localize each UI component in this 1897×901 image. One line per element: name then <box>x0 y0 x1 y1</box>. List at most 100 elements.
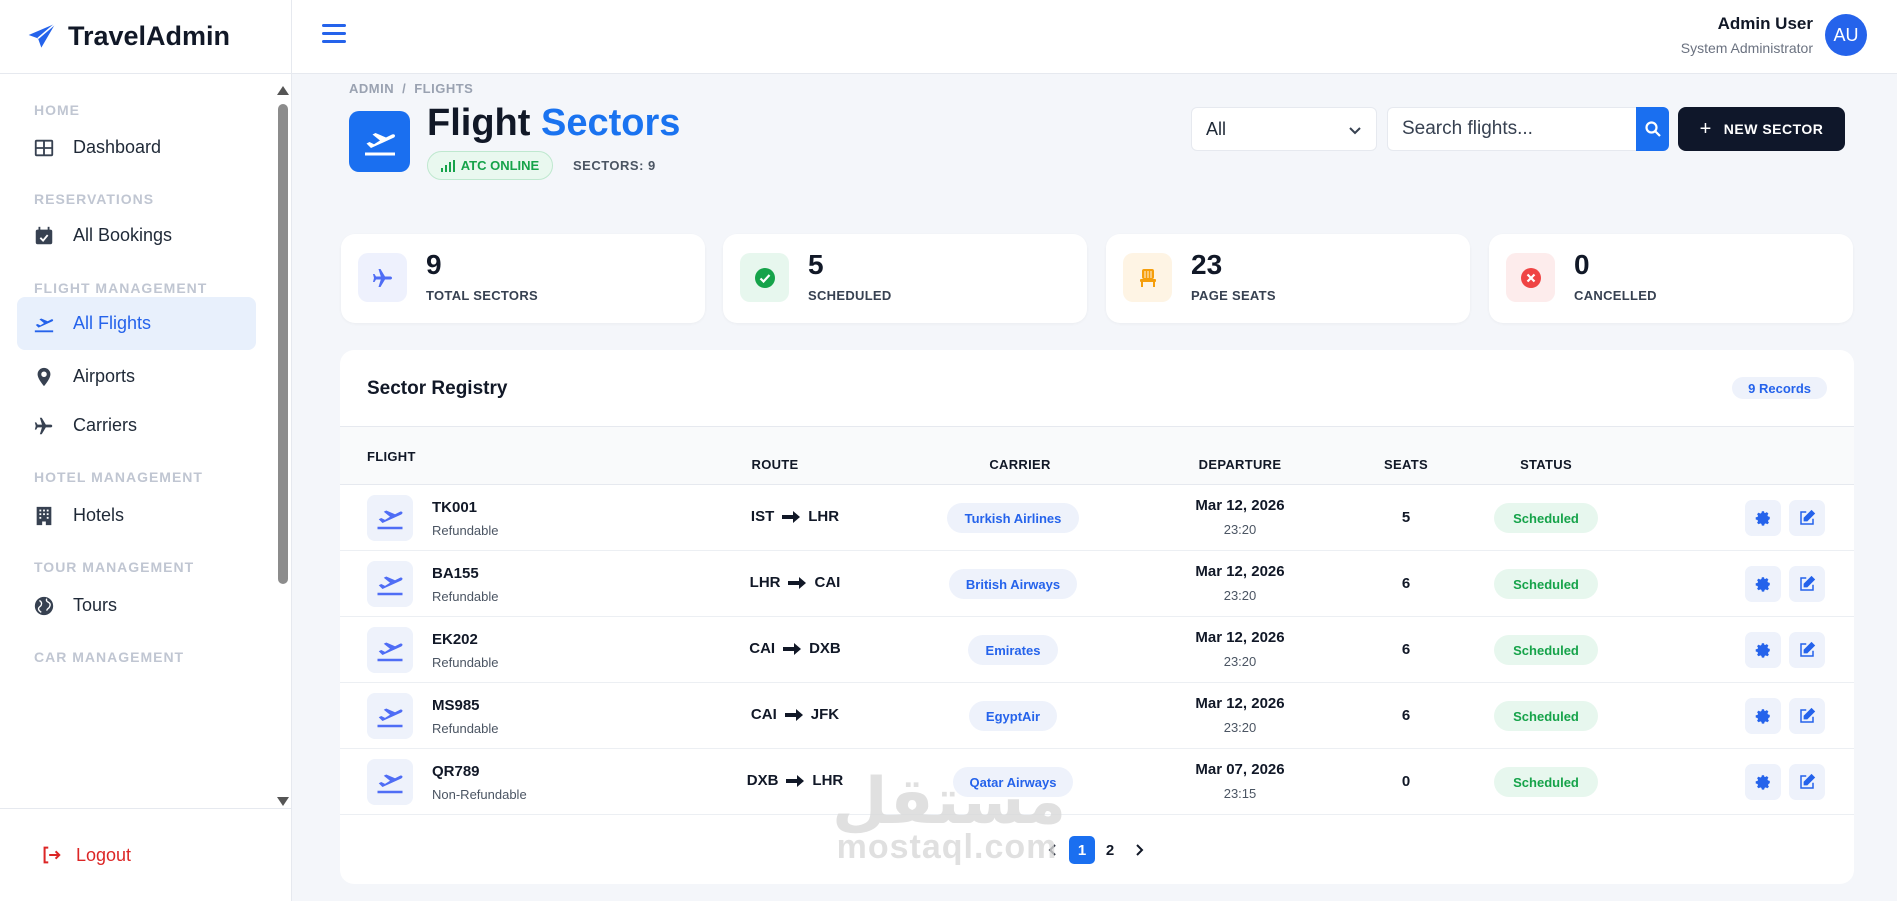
arrow-right-icon <box>784 708 803 721</box>
watermark-latin: mostaql.com <box>836 828 1058 866</box>
fare-type: Refundable <box>432 523 499 538</box>
table-row[interactable]: EK202 Refundable CAI DXB Emirates Mar 12,… <box>340 617 1854 683</box>
nav-section-home: HOME <box>34 102 80 118</box>
route-origin: CAI <box>750 706 777 723</box>
arrow-right-icon <box>788 576 807 589</box>
sidebar-item-carriers[interactable]: Carriers <box>17 399 256 452</box>
sidebar-item-all-flights[interactable]: All Flights <box>17 297 256 350</box>
flight-code: QR789 <box>432 763 480 780</box>
sidebar-item-all-bookings[interactable]: All Bookings <box>17 209 256 262</box>
settings-button[interactable] <box>1745 698 1781 734</box>
user-menu[interactable]: Admin User System Administrator AU <box>1681 14 1867 56</box>
departure-date: Mar 12, 2026 <box>1195 563 1285 580</box>
sidebar-item-hotels[interactable]: Hotels <box>17 489 256 542</box>
filter-selected-value: All <box>1206 118 1227 139</box>
plane-departure-icon <box>367 693 413 739</box>
sidebar-scrollbar[interactable] <box>277 80 289 808</box>
flight-code: BA155 <box>432 565 479 582</box>
search-input[interactable] <box>1387 107 1636 151</box>
table-row[interactable]: MS985 Refundable CAI JFK EgyptAir Mar 12,… <box>340 683 1854 749</box>
sidebar-item-dashboard[interactable]: Dashboard <box>17 121 256 174</box>
edit-button[interactable] <box>1789 698 1825 734</box>
plus-icon: + <box>1699 117 1712 140</box>
sidebar-item-airports[interactable]: Airports <box>17 350 256 403</box>
stat-value: 0 <box>1574 249 1590 280</box>
logout-button[interactable]: Logout <box>0 808 292 901</box>
seats-count: 6 <box>1401 575 1411 592</box>
logout-label: Logout <box>76 844 132 865</box>
table-title: Sector Registry <box>367 378 508 399</box>
pagination-page-1[interactable]: 1 <box>1069 836 1095 864</box>
edit-button[interactable] <box>1789 764 1825 800</box>
pagination-page-2[interactable]: 2 <box>1097 836 1123 864</box>
sidebar-item-label: Carriers <box>73 415 138 435</box>
edit-icon <box>1800 509 1816 525</box>
gear-icon <box>1755 643 1770 658</box>
scroll-down-arrow-icon[interactable] <box>277 797 289 806</box>
breadcrumb: ADMIN / FLIGHTS <box>349 81 473 96</box>
plane-icon <box>358 253 407 302</box>
search-button[interactable] <box>1636 107 1669 151</box>
table-row[interactable]: TK001 Refundable IST LHR Turkish Airlines… <box>340 485 1854 551</box>
sidebar-item-label: Dashboard <box>73 137 162 157</box>
breadcrumb-root[interactable]: ADMIN <box>349 81 394 96</box>
scroll-up-arrow-icon[interactable] <box>277 86 289 95</box>
departure-date: Mar 12, 2026 <box>1195 497 1285 514</box>
seats-count: 5 <box>1401 509 1411 526</box>
sidebar: TravelAdmin HOME Dashboard RESERVATIONS … <box>0 0 292 901</box>
departure-date: Mar 07, 2026 <box>1195 761 1285 778</box>
stat-value: 23 <box>1191 249 1223 280</box>
route-origin: CAI <box>749 640 776 657</box>
calendar-check-icon <box>33 225 55 247</box>
plane-departure-icon <box>367 495 413 541</box>
route-origin: DXB <box>746 772 779 789</box>
stat-label: PAGE SEATS <box>1191 288 1276 303</box>
brand[interactable]: TravelAdmin <box>0 0 291 74</box>
table-row[interactable]: QR789 Non-Refundable DXB LHR Qatar Airway… <box>340 749 1854 815</box>
route-origin: IST <box>750 508 775 525</box>
edit-button[interactable] <box>1789 632 1825 668</box>
status-filter-select[interactable]: All <box>1191 107 1377 151</box>
signal-icon <box>440 159 455 172</box>
records-badge: 9 Records <box>1732 377 1827 399</box>
stat-card-total-sectors: 9 TOTAL SECTORS <box>341 234 705 323</box>
col-header-carrier: CARRIER <box>989 457 1051 472</box>
route: CAI JFK <box>695 706 895 723</box>
departure-time: 23:20 <box>1223 720 1257 735</box>
edit-button[interactable] <box>1789 500 1825 536</box>
grid-icon <box>33 137 55 159</box>
sidebar-item-tours[interactable]: Tours <box>17 579 256 632</box>
carrier-badge: Turkish Airlines <box>947 503 1079 533</box>
chevron-down-icon <box>1349 127 1361 135</box>
logout-icon <box>40 844 76 866</box>
seats-count: 6 <box>1401 707 1411 724</box>
route-destination: CAI <box>814 574 841 591</box>
edit-button[interactable] <box>1789 566 1825 602</box>
sidebar-item-label: All Flights <box>73 313 152 333</box>
settings-button[interactable] <box>1745 566 1781 602</box>
col-header-status: STATUS <box>1520 457 1572 472</box>
page-title-main: Flight <box>427 102 531 144</box>
table-row[interactable]: BA155 Refundable LHR CAI British Airways … <box>340 551 1854 617</box>
plane-icon <box>33 415 55 437</box>
fare-type: Non-Refundable <box>432 787 527 802</box>
status-badge: Scheduled <box>1494 767 1598 797</box>
check-circle-icon <box>740 253 789 302</box>
avatar[interactable]: AU <box>1825 14 1867 56</box>
scroll-thumb[interactable] <box>278 104 288 584</box>
pagination-next-button[interactable] <box>1126 836 1152 864</box>
departure-date: Mar 12, 2026 <box>1195 629 1285 646</box>
settings-button[interactable] <box>1745 500 1781 536</box>
departure-time: 23:20 <box>1223 522 1257 537</box>
settings-button[interactable] <box>1745 632 1781 668</box>
stat-label: CANCELLED <box>1574 288 1657 303</box>
new-sector-button[interactable]: + NEW SECTOR <box>1678 107 1845 151</box>
watermark: مستقل mostaql.com <box>832 766 1066 866</box>
nav-section-tour-management: TOUR MANAGEMENT <box>34 559 195 575</box>
flight-code: MS985 <box>432 697 480 714</box>
menu-toggle-icon[interactable] <box>322 24 346 46</box>
gear-icon <box>1755 775 1770 790</box>
settings-button[interactable] <box>1745 764 1781 800</box>
route: IST LHR <box>695 508 895 525</box>
status-badge: Scheduled <box>1494 701 1598 731</box>
